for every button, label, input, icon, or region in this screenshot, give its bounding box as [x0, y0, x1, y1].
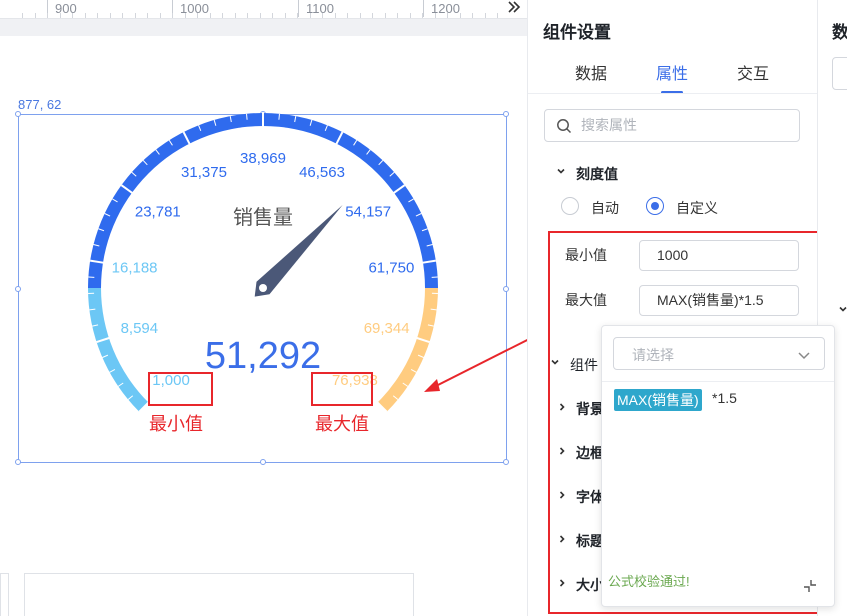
formula-verify-message: 公式校验通过! — [608, 574, 690, 589]
section-scale-title[interactable]: 刻度值 — [576, 164, 618, 184]
min-annotation-label: 最小值 — [149, 414, 203, 434]
radio-auto-label[interactable]: 自动 — [591, 198, 619, 218]
annotation-arrow-head — [424, 379, 440, 392]
data-panel-title: 数 — [832, 18, 847, 43]
gauge-tick-label: 16,188 — [112, 260, 158, 277]
radio-auto[interactable] — [561, 197, 579, 215]
tab-divider — [528, 93, 818, 94]
chevron-down-icon[interactable] — [556, 166, 566, 179]
popup-divider — [602, 381, 834, 382]
tab-interaction[interactable]: 交互 — [737, 60, 769, 84]
data-panel-input[interactable] — [832, 57, 847, 90]
gauge-tick-label: 54,157 — [345, 204, 391, 221]
max-annotation-label: 最大值 — [315, 414, 369, 434]
gauge-title: 销售量 — [233, 206, 293, 229]
formula-field-token[interactable]: MAX(销售量) — [614, 389, 702, 411]
radio-custom[interactable] — [646, 197, 664, 215]
gauge-minor-tick — [278, 113, 280, 120]
radio-custom-label[interactable]: 自定义 — [676, 198, 718, 218]
panel-title: 组件设置 — [543, 23, 611, 42]
chevron-down-icon[interactable] — [838, 301, 847, 319]
gauge-value: 51,292 — [205, 335, 321, 377]
search-icon — [556, 118, 572, 139]
gauge-tick-label: 69,344 — [364, 320, 410, 337]
property-search-box[interactable] — [544, 109, 800, 142]
collapse-icon[interactable] — [802, 578, 818, 599]
annotation-arrow — [431, 338, 527, 389]
formula-editor-popup: 请选择 MAX(销售量) *1.5 公式校验通过! — [601, 325, 835, 607]
property-search-input[interactable] — [579, 116, 793, 134]
gauge-tick-label: 31,375 — [181, 164, 227, 181]
gauge-tick-label: 1,000 — [152, 372, 190, 389]
tab-properties[interactable]: 属性 — [656, 60, 688, 84]
tab-data[interactable]: 数据 — [575, 60, 607, 84]
gauge-tick-label: 23,781 — [135, 204, 181, 221]
gauge-chart: 1,000 8,594 16,188 23,781 31,375 38,969 46,563… — [88, 113, 527, 434]
gauge-tick-label: 76,938 — [332, 372, 378, 389]
gauge-needle-pivot — [259, 284, 267, 292]
gauge-band-start — [88, 288, 149, 412]
gauge-tick-label: 8,594 — [121, 320, 159, 337]
gauge-band-end — [377, 288, 438, 412]
chevron-down-icon[interactable] — [797, 348, 811, 366]
gauge-tick-label: 46,563 — [299, 164, 345, 181]
gauge-minor-tick — [246, 113, 248, 120]
field-select-placeholder: 请选择 — [632, 347, 674, 363]
gauge-tick-label: 38,969 — [240, 150, 286, 167]
field-select[interactable]: 请选择 — [613, 337, 825, 370]
formula-expression-text[interactable]: *1.5 — [712, 390, 737, 406]
gauge-tick-label: 61,750 — [368, 260, 414, 277]
